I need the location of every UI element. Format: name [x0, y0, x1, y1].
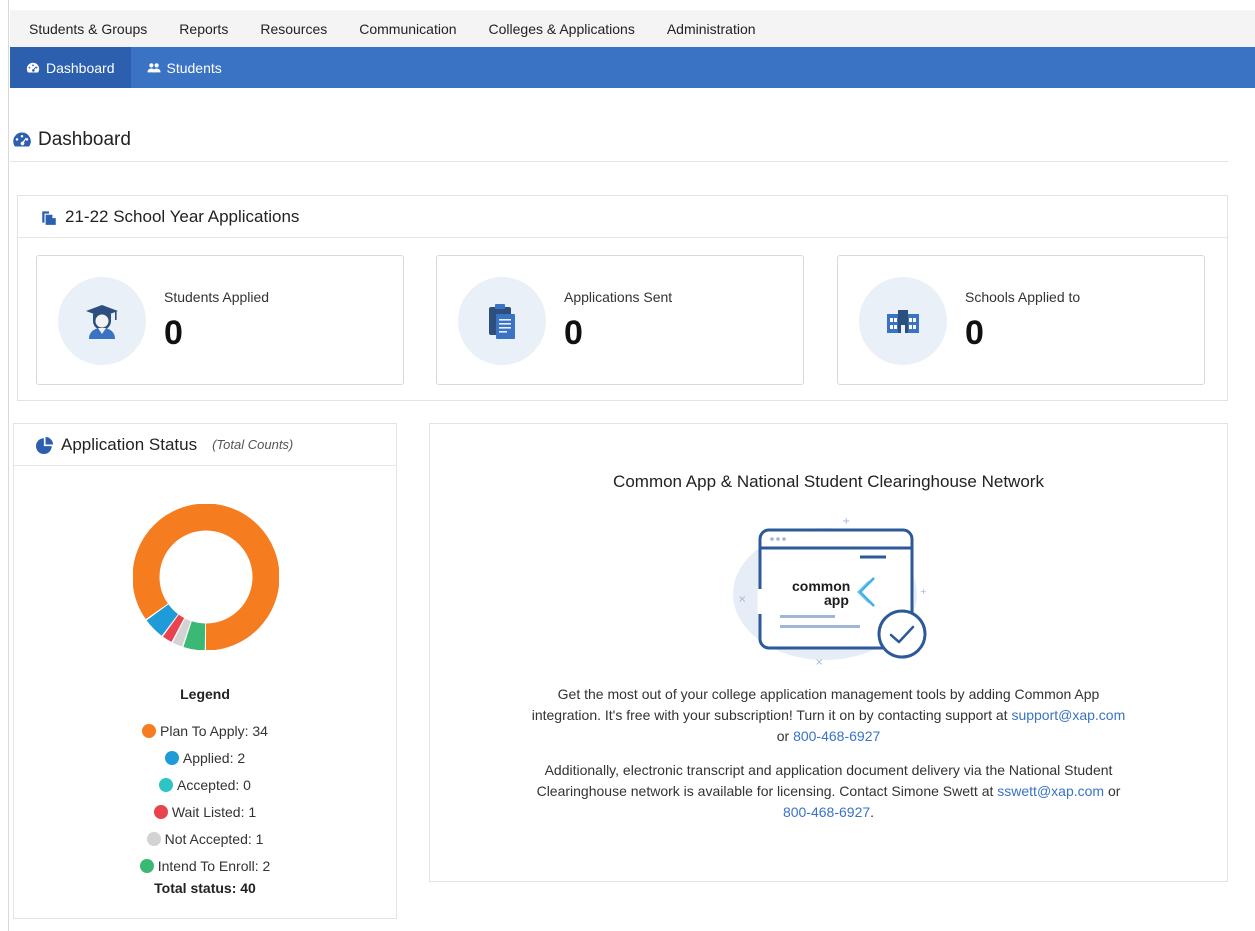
para2-or: or: [1107, 783, 1121, 799]
users-icon: [146, 62, 161, 72]
dashboard-icon: [26, 62, 40, 73]
legend-label: Intend To Enroll: 2: [157, 857, 271, 874]
legend-dot: [164, 750, 179, 765]
stat-icon-circle: [58, 277, 146, 365]
legend-dot: [159, 777, 174, 792]
legend-dot: [139, 858, 154, 873]
legend-label: Plan To Apply: 34: [160, 722, 268, 739]
window-left-edge: [0, 0, 9, 931]
stat-students-applied: Students Applied 0: [36, 255, 404, 385]
contact-email-link[interactable]: sswett@xap.com: [997, 783, 1104, 799]
decor-cross-icon: ×: [738, 594, 746, 605]
commonapp-panel: Common App & National Student Clearingho…: [429, 423, 1228, 882]
stat-value: 0: [965, 314, 984, 352]
status-legend: Plan To Apply: 34 Applied: 2 Accepted: 0…: [14, 717, 396, 879]
nav-students-groups[interactable]: Students & Groups: [10, 21, 163, 37]
legend-label: Accepted: 0: [177, 776, 251, 793]
stat-value: 0: [164, 314, 183, 352]
legend-dot: [153, 804, 168, 819]
applications-heading: 21-22 School Year Applications: [65, 206, 300, 226]
commonapp-paragraph-1: Get the most out of your college applica…: [525, 684, 1132, 747]
page-title: Dashboard: [12, 129, 131, 151]
stat-icon-circle: [458, 277, 546, 365]
stat-label: Schools Applied to: [965, 289, 1081, 305]
pie-chart-icon: [36, 436, 54, 454]
nav-administration[interactable]: Administration: [651, 21, 772, 37]
nav-reports[interactable]: Reports: [163, 21, 244, 37]
legend-dot: [142, 723, 157, 738]
stat-label: Applications Sent: [564, 289, 673, 305]
legend-item: Accepted: 0: [14, 771, 396, 798]
decor-plus-icon: +: [842, 516, 850, 527]
status-heading-note: (Total Counts): [212, 437, 294, 452]
tab-students[interactable]: Students: [131, 47, 238, 88]
top-navigation: Students & Groups Reports Resources Comm…: [10, 10, 1255, 47]
dashboard-icon: [13, 132, 31, 147]
nav-colleges-applications[interactable]: Colleges & Applications: [473, 21, 651, 37]
legend-title: Legend: [180, 686, 230, 702]
stat-value: 0: [564, 314, 583, 352]
school-building-icon: [887, 310, 919, 333]
commonapp-illustration: common app + × × +: [733, 516, 927, 668]
legend-item: Applied: 2: [14, 744, 396, 771]
legend-item: Not Accepted: 1: [14, 825, 396, 852]
tab-dashboard-label: Dashboard: [46, 59, 115, 76]
legend-label: Not Accepted: 1: [164, 830, 264, 847]
tab-dashboard[interactable]: Dashboard: [10, 47, 131, 88]
status-panel-header: Application Status (Total Counts): [14, 424, 396, 466]
stat-icon-circle: [859, 277, 947, 365]
applications-panel: 21-22 School Year Applications Students …: [17, 195, 1228, 401]
support-email-link[interactable]: support@xap.com: [1011, 707, 1125, 723]
tab-students-label: Students: [166, 59, 222, 76]
stat-schools-applied: Schools Applied to 0: [837, 255, 1205, 385]
legend-item: Wait Listed: 1: [14, 798, 396, 825]
commonapp-logo-line2: app: [824, 592, 849, 608]
support-phone-link[interactable]: 800-468-6927: [793, 728, 880, 744]
status-heading: Application Status: [61, 434, 198, 454]
application-status-panel: Application Status (Total Counts) Legend…: [13, 423, 397, 919]
para1-or: or: [776, 728, 790, 744]
decor-plus-icon: +: [920, 587, 927, 596]
contact-phone-link[interactable]: 800-468-6927: [783, 804, 870, 820]
legend-total: Total status: 40: [154, 880, 256, 896]
legend-item: Plan To Apply: 34: [14, 717, 396, 744]
status-donut-chart: [133, 504, 279, 650]
stat-applications-sent: Applications Sent 0: [436, 255, 804, 385]
legend-item: Intend To Enroll: 2: [14, 852, 396, 879]
sub-navigation: Dashboard Students: [10, 47, 1255, 88]
legend-label: Applied: 2: [182, 749, 246, 766]
stat-label: Students Applied: [164, 289, 270, 305]
documents-icon: [42, 210, 56, 225]
legend-dot: [146, 831, 161, 846]
title-divider: [10, 161, 1228, 162]
legend-label: Wait Listed: 1: [171, 803, 257, 820]
commonapp-paragraph-2: Additionally, electronic transcript and …: [525, 760, 1132, 823]
nav-communication[interactable]: Communication: [343, 21, 472, 37]
clipboard-icon: [489, 304, 515, 339]
decor-cross-icon: ×: [815, 657, 823, 668]
graduate-icon: [86, 305, 118, 339]
applications-panel-header: 21-22 School Year Applications: [18, 196, 1227, 238]
page-title-text: Dashboard: [38, 129, 131, 150]
commonapp-title: Common App & National Student Clearingho…: [613, 472, 1044, 491]
para2-end: .: [870, 804, 875, 820]
nav-resources[interactable]: Resources: [244, 21, 343, 37]
